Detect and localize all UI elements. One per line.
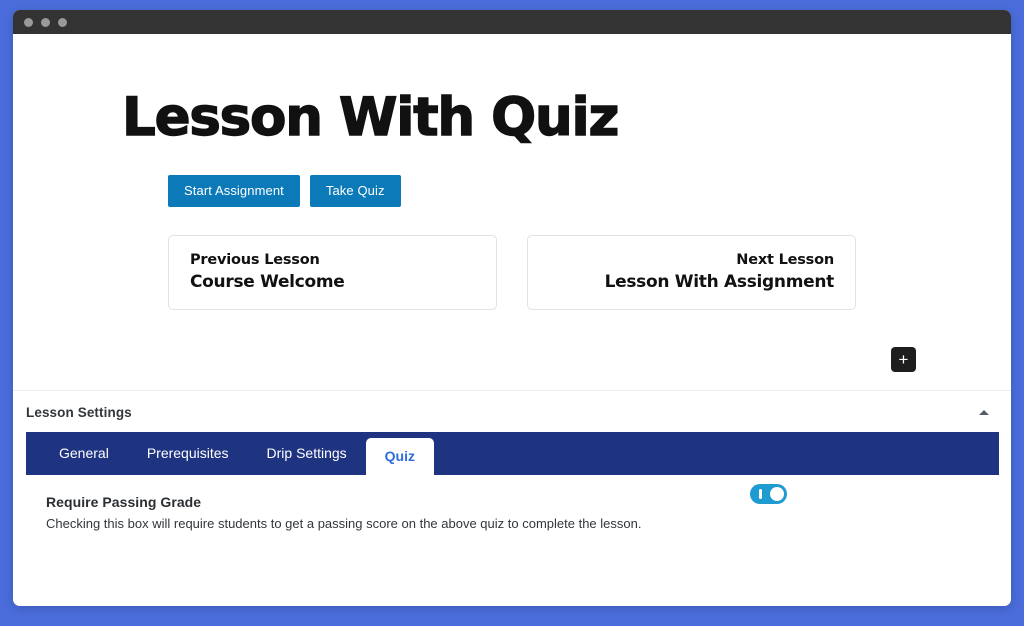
close-window-dot[interactable] (24, 17, 33, 27)
lesson-action-buttons: Start Assignment Take Quiz (58, 174, 966, 207)
lesson-settings-title: Lesson Settings (26, 405, 132, 420)
collapse-panel-button[interactable] (975, 406, 993, 419)
require-passing-grade-row: Require Passing Grade Checking this box … (13, 475, 1011, 535)
previous-lesson-name: Course Welcome (190, 272, 345, 293)
lesson-hero: Lesson With Quiz Start Assignment Take Q… (13, 34, 1011, 390)
tab-quiz[interactable]: Quiz (365, 438, 435, 475)
zoom-window-dot[interactable] (58, 17, 67, 27)
page-content: Lesson With Quiz Start Assignment Take Q… (13, 34, 1011, 606)
toggle-knob (770, 487, 784, 501)
require-passing-grade-description: Checking this box will require students … (46, 516, 642, 531)
tab-general[interactable]: General (40, 432, 128, 475)
toggle-on-bar-icon (759, 489, 762, 499)
require-passing-grade-texts: Require Passing Grade Checking this box … (46, 492, 641, 535)
settings-tabbar: General Prerequisites Drip Settings Quiz (26, 432, 999, 475)
lesson-settings-header[interactable]: Lesson Settings (13, 391, 1011, 432)
start-assignment-button[interactable]: Start Assignment (168, 174, 300, 207)
tab-drip-settings[interactable]: Drip Settings (248, 432, 366, 475)
previous-lesson-kicker: Previous Lesson (190, 251, 320, 268)
minimize-window-dot[interactable] (41, 17, 50, 27)
next-lesson-card[interactable]: Next Lesson Lesson With Assignment (527, 234, 856, 311)
add-block-button[interactable]: + (891, 347, 916, 372)
require-passing-grade-toggle[interactable] (750, 484, 787, 504)
tab-prerequisites[interactable]: Prerequisites (128, 432, 248, 475)
next-lesson-kicker: Next Lesson (736, 251, 834, 268)
browser-window: Lesson With Quiz Start Assignment Take Q… (13, 10, 1011, 606)
take-quiz-button[interactable]: Take Quiz (309, 174, 401, 207)
next-lesson-name: Lesson With Assignment (604, 272, 835, 293)
window-titlebar (13, 10, 1011, 34)
lesson-navigation: Previous Lesson Course Welcome Next Less… (58, 234, 966, 311)
page-title: Lesson With Quiz (121, 87, 620, 148)
require-passing-grade-label: Require Passing Grade (46, 494, 202, 510)
caret-up-icon (979, 410, 989, 415)
previous-lesson-card[interactable]: Previous Lesson Course Welcome (168, 234, 497, 311)
lesson-settings-panel: Lesson Settings General Prerequisites Dr… (13, 391, 1011, 535)
